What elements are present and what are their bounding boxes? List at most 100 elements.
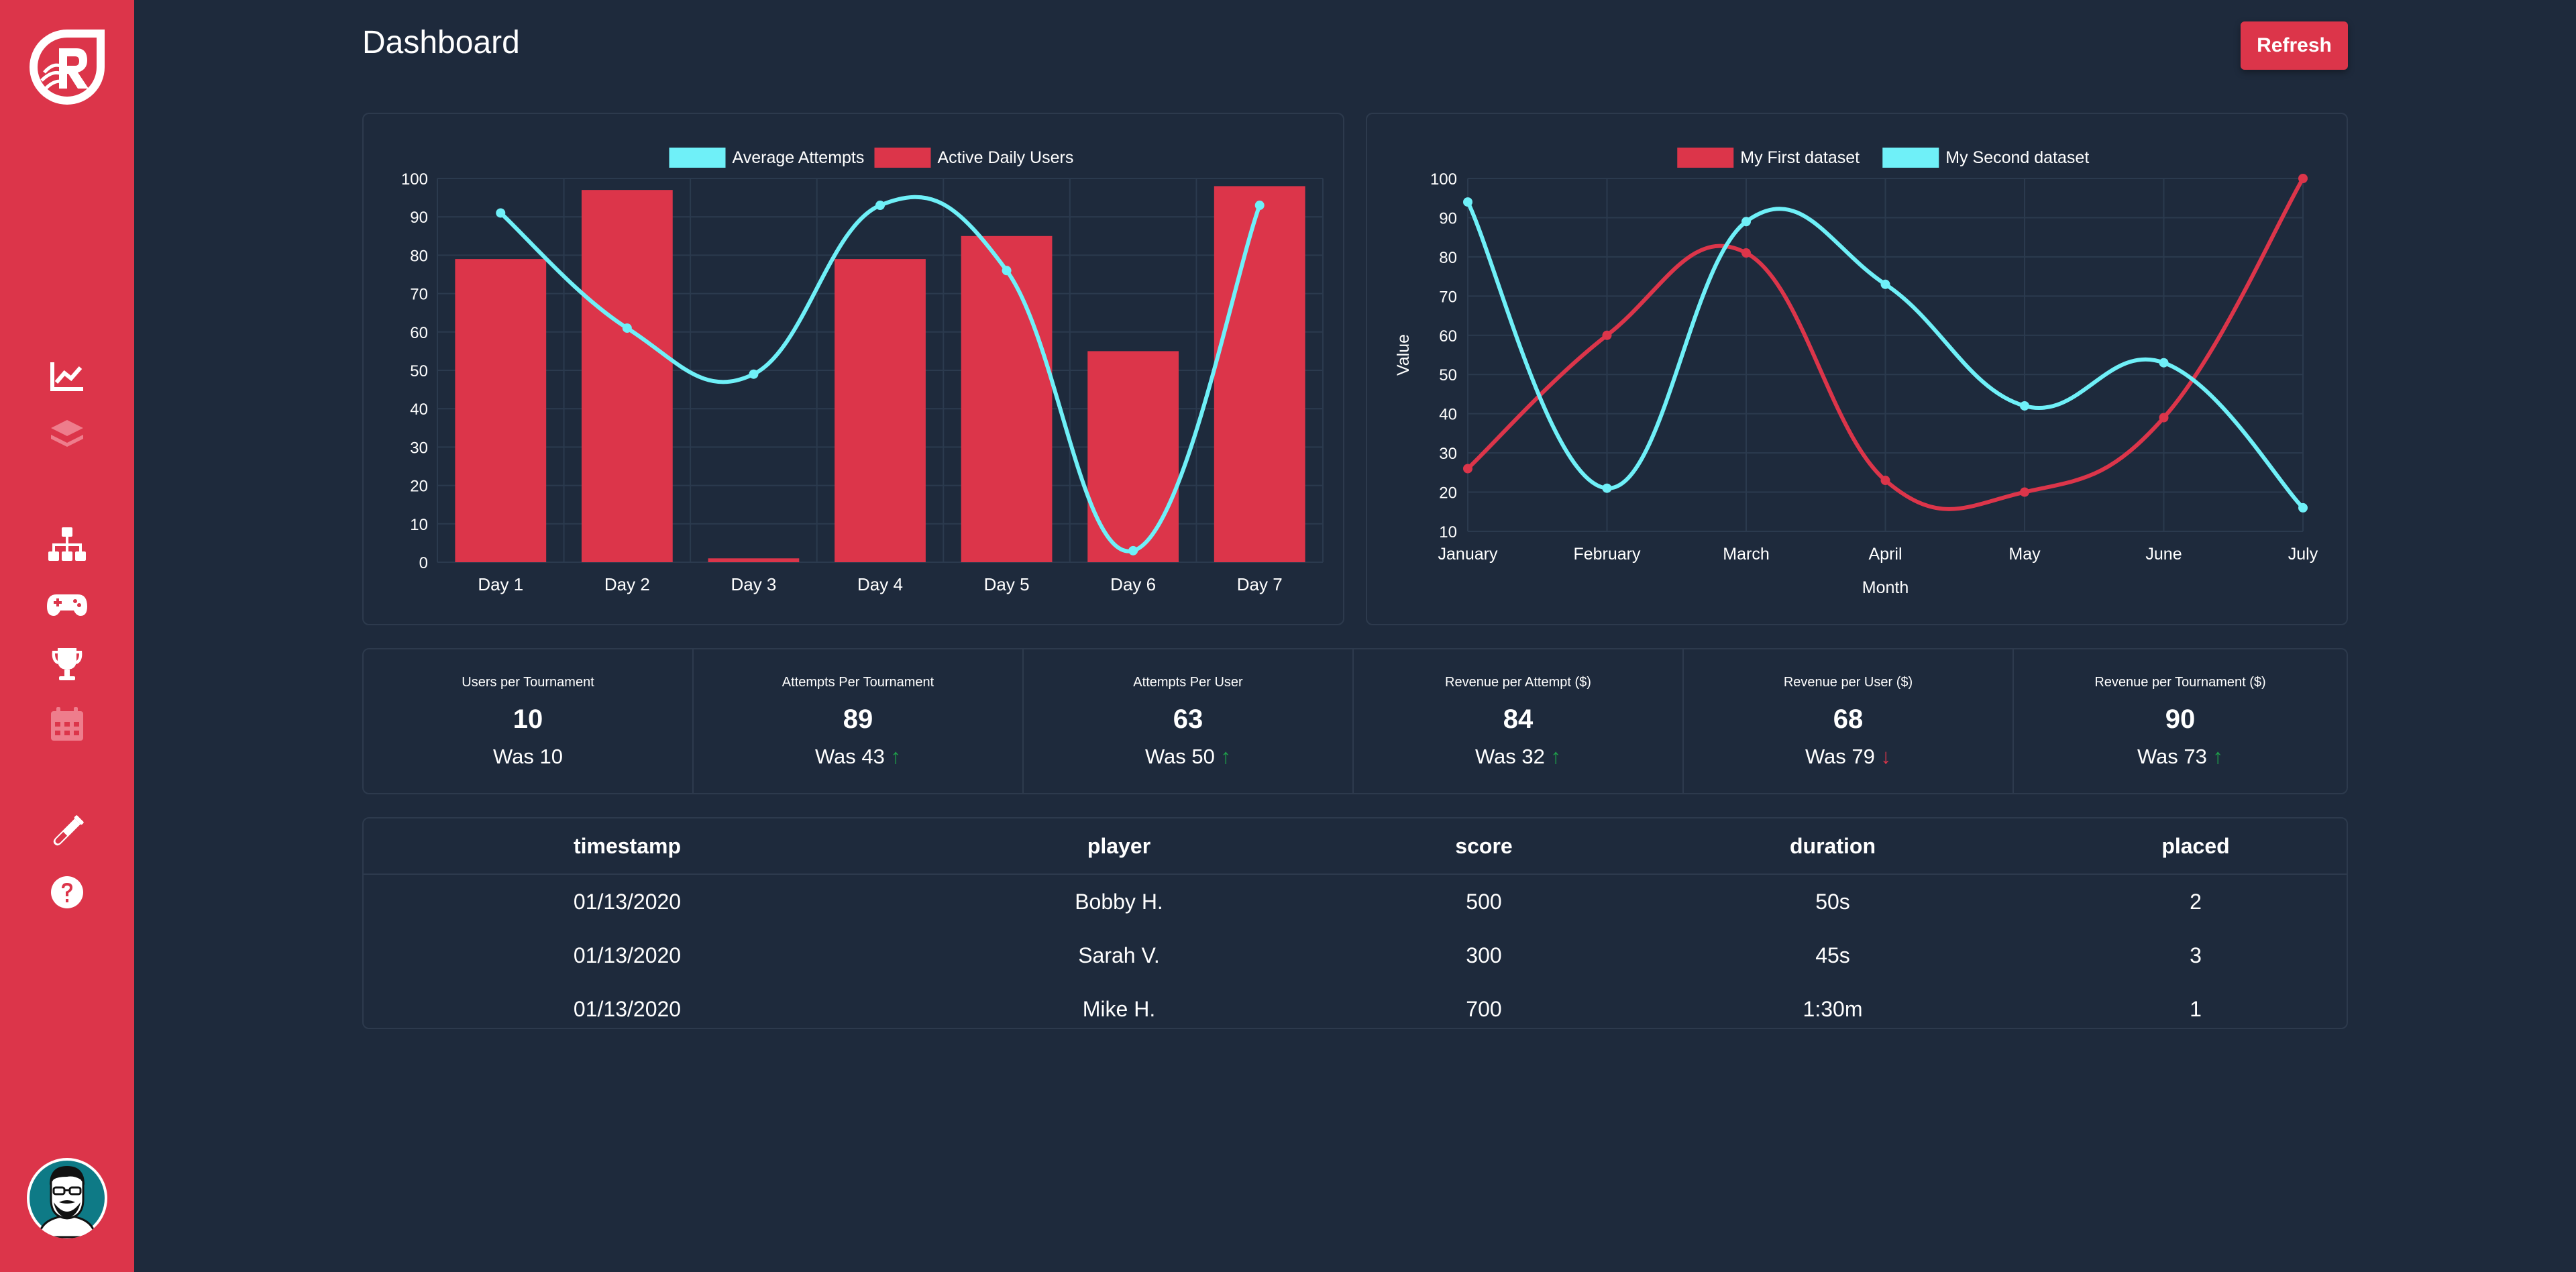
y-tick-label: 80 [410,247,428,265]
y-tick-label: 90 [1439,209,1457,227]
line-point [875,201,885,211]
table-row: 01/13/2020 Bobby H. 500 50s 2 [364,874,2347,929]
cell-score: 300 [1466,943,1502,967]
y-tick-label: 50 [410,362,428,380]
trend-up-arrow: ↑ [1550,745,1562,768]
cell-duration: 1:30m [1803,996,1863,1021]
layers-icon[interactable] [46,413,89,456]
y-tick-label: 30 [410,439,428,457]
stat-value: 84 [1503,704,1534,734]
stat-label: Revenue per Attempt ($) [1445,675,1591,690]
legend-swatch [1882,148,1939,168]
app-logo[interactable] [25,25,109,109]
cell-duration: 50s [1815,889,1850,914]
cell-timestamp: 01/13/2020 [573,889,682,914]
line-point [1463,197,1472,207]
stat-previous: Was 50 ↑ [1024,745,1352,769]
legend-label: My Second dataset [1945,148,2089,167]
stat-previous-text: Was 32 [1474,745,1545,768]
stat-value: 63 [1173,704,1203,734]
y-tick-label: 30 [1439,445,1457,463]
cell-player: Sarah V. [1078,943,1160,967]
table-header-row: timestamp player score duration placed [364,818,2347,875]
x-tick-label: Day 3 [731,574,776,594]
trend-up-arrow: ↑ [2212,745,2224,768]
table-row: 01/13/2020 Sarah V. 300 45s 3 [364,929,2347,982]
cell-score: 700 [1466,996,1502,1021]
line-point [1880,476,1890,486]
cell-player: Bobby H. [1075,889,1163,914]
y-tick-label: 60 [410,324,428,342]
sitemap-icon[interactable] [46,523,89,566]
bar-day-2 [581,190,673,562]
stat-previous: Was 10 [364,745,692,769]
line-point [2020,487,2029,497]
daily-activity-chart-svg: 0 10 20 30 40 50 60 70 80 90 100 Day 1 Day 2 Day 3 Day… [401,148,1324,594]
y-tick-label: 0 [419,554,428,572]
y-tick-label: 20 [410,478,428,496]
stat-value: 90 [2165,704,2196,734]
legend-swatch [874,148,931,168]
stat-value: 10 [513,704,543,734]
stat-label: Revenue per User ($) [1783,675,1913,690]
line-point [2020,401,2029,411]
cell-score: 500 [1466,889,1502,914]
stat-label: Attempts Per Tournament [782,675,934,690]
stat-previous-text: Was 73 [2137,745,2207,768]
avatar[interactable] [27,1158,107,1238]
dataset-line-chart: 10 20 30 40 50 60 70 80 90 100 January February Marc… [1366,113,2348,625]
gamepad-icon[interactable] [46,582,89,625]
cell-duration: 45s [1815,943,1850,967]
x-tick-label: April [1868,545,1902,564]
line-point [2159,413,2169,423]
column-header-duration[interactable]: duration [1621,818,2045,875]
stat-revenue-per-tournament: Revenue per Tournament ($) 90 Was 73 ↑ [2014,649,2347,793]
stat-previous-text: Was 43 [814,745,885,768]
x-axis-label: Month [1862,578,1909,597]
column-header-placed[interactable]: placed [2045,818,2347,875]
x-tick-label: Day 1 [478,574,523,594]
stat-previous-text: Was 50 [1144,745,1215,768]
x-tick-label: July [2288,545,2318,564]
line-point [1602,483,1612,493]
column-header-player[interactable]: player [891,818,1347,875]
line-point [622,323,632,333]
stat-previous-text: Was 79 [1805,745,1875,768]
line-point [1880,279,1890,289]
trophy-icon[interactable] [46,643,89,686]
x-tick-label: June [2145,545,2182,564]
line-point [1463,464,1472,474]
x-tick-label: January [1438,545,1498,564]
line-point [1602,330,1612,340]
cell-timestamp: 01/13/2020 [573,996,682,1021]
calendar-icon[interactable] [46,703,89,746]
line-point [1741,248,1751,258]
trend-up-arrow: ↑ [1220,745,1232,768]
x-tick-label: Day 5 [984,574,1030,594]
cell-placed: 1 [2190,996,2202,1021]
help-icon[interactable] [46,871,89,914]
flask-icon[interactable] [46,810,89,853]
x-tick-label: March [1723,545,1769,564]
legend-label: Active Daily Users [938,148,1074,167]
cell-placed: 3 [2190,943,2202,967]
y-tick-label: 100 [401,170,428,189]
bar-day-7 [1214,186,1305,562]
refresh-button[interactable]: Refresh [2241,21,2348,70]
line-chart-icon[interactable] [46,354,89,397]
y-tick-label: 40 [1439,406,1457,424]
bar-day-6 [1087,351,1179,562]
column-header-timestamp[interactable]: timestamp [364,818,891,875]
y-tick-label: 80 [1439,249,1457,267]
line-point [749,369,759,379]
x-tick-label: Day 6 [1110,574,1156,594]
legend-swatch [669,148,726,168]
stat-previous: Was 43 ↑ [694,745,1022,769]
stat-attempts-per-user: Attempts Per User 63 Was 50 ↑ [1024,649,1354,793]
line-point [1128,545,1138,555]
y-tick-label: 60 [1439,327,1457,346]
column-header-score[interactable]: score [1347,818,1621,875]
daily-activity-chart: 0 10 20 30 40 50 60 70 80 90 100 Day 1 Day 2 Day 3 Day… [362,113,1344,625]
stat-label: Attempts Per User [1133,675,1243,690]
cell-timestamp: 01/13/2020 [573,943,682,967]
